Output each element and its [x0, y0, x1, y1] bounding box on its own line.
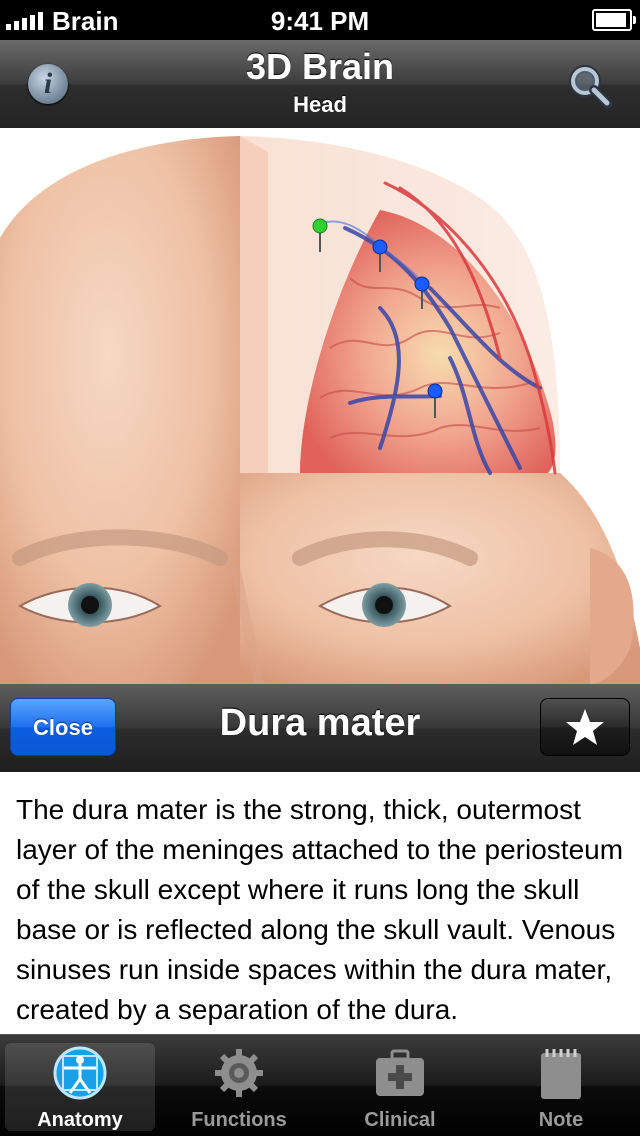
tab-bar: Anatomy Functions Clinical Note: [0, 1034, 640, 1136]
head-illustration: [0, 136, 640, 684]
brain-3d-view[interactable]: [0, 128, 640, 684]
detail-header: Close Dura mater: [0, 684, 640, 772]
search-icon[interactable]: [566, 62, 614, 110]
favorite-button[interactable]: [540, 698, 630, 756]
gear-icon: [215, 1049, 263, 1097]
notepad-icon: [541, 1049, 581, 1099]
tab-label: Functions: [191, 1109, 287, 1131]
page-title: 3D Brain: [245, 46, 395, 87]
tab-anatomy[interactable]: Anatomy: [5, 1043, 155, 1131]
medical-kit-icon: [376, 1049, 424, 1096]
tab-label: Anatomy: [37, 1109, 123, 1131]
description-text: The dura mater is the strong, thick, out…: [16, 794, 624, 1025]
close-button[interactable]: Close: [10, 698, 116, 756]
tab-label: Note: [538, 1109, 584, 1131]
status-bar: Brain 9:41 PM: [0, 0, 640, 40]
description-panel[interactable]: The dura mater is the strong, thick, out…: [0, 772, 640, 1034]
star-icon: [566, 709, 604, 745]
tab-note[interactable]: Note: [486, 1043, 636, 1131]
page-subtitle: Head: [293, 92, 347, 117]
battery-icon: [592, 9, 636, 31]
tab-label: Clinical: [364, 1109, 436, 1131]
status-time: 9:41 PM: [270, 6, 370, 36]
tab-functions[interactable]: Functions: [164, 1043, 314, 1131]
structure-title: Dura mater: [219, 702, 421, 744]
vitruvian-man-icon: [53, 1046, 107, 1100]
tab-clinical[interactable]: Clinical: [325, 1043, 475, 1131]
navigation-bar: i 3D Brain Head: [0, 40, 640, 129]
